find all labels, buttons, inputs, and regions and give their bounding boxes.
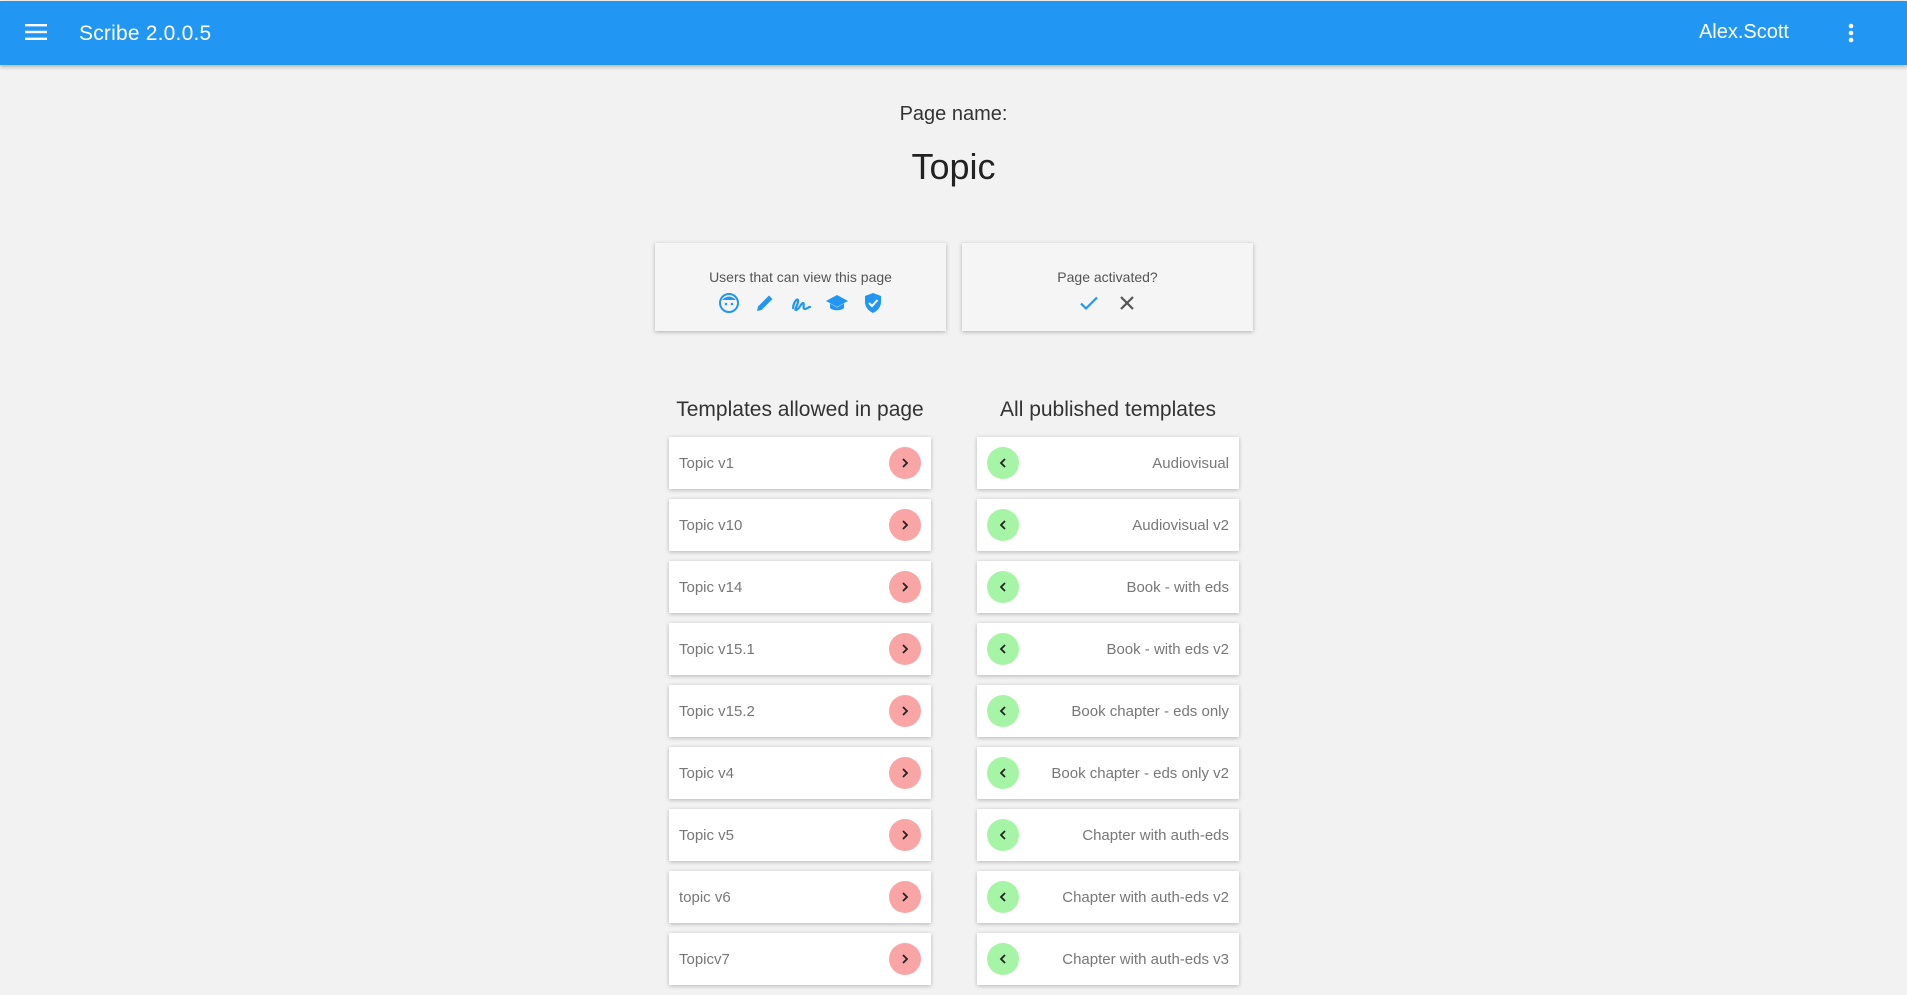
- template-name: Topicv7: [679, 950, 730, 968]
- template-name: Topic v1: [679, 454, 735, 472]
- add-template-button[interactable]: [987, 571, 1019, 603]
- check-icon[interactable]: [1077, 291, 1101, 315]
- template-name: Topic v15.1: [679, 640, 755, 658]
- user-name[interactable]: Alex.Scott: [1699, 21, 1789, 44]
- shield-check-icon[interactable]: [861, 291, 885, 315]
- viewers-label: Users that can view this page: [709, 269, 892, 285]
- remove-template-button[interactable]: [889, 571, 921, 603]
- close-icon[interactable]: [1115, 291, 1139, 315]
- published-template-item: Book chapter - eds only: [977, 685, 1239, 737]
- template-name: Book chapter - eds only v2: [1051, 764, 1229, 782]
- template-name: Book - with eds: [1126, 578, 1229, 596]
- face-icon[interactable]: [717, 291, 741, 315]
- template-name: Topic v14: [679, 578, 743, 596]
- app-bar: Scribe 2.0.0.5 Alex.Scott: [0, 1, 1907, 65]
- published-template-item: Audiovisual: [977, 437, 1239, 489]
- template-name: Topic v5: [679, 826, 735, 844]
- template-name: Audiovisual v2: [1132, 516, 1229, 534]
- school-icon[interactable]: [825, 291, 849, 315]
- page-name-label: Page name:: [899, 103, 1008, 125]
- published-templates-list: Audiovisual Audiovisual v2 Book - with e…: [977, 437, 1239, 995]
- allowed-template-item: Topicv7: [669, 933, 931, 985]
- template-name: Book - with eds v2: [1106, 640, 1229, 658]
- add-template-button[interactable]: [987, 447, 1019, 479]
- add-template-button[interactable]: [987, 819, 1019, 851]
- allowed-template-item: topic v6: [669, 871, 931, 923]
- published-template-item: Book chapter - eds only v2: [977, 747, 1239, 799]
- add-template-button[interactable]: [987, 881, 1019, 913]
- menu-icon[interactable]: [22, 18, 50, 46]
- signature-icon[interactable]: [789, 291, 813, 315]
- published-template-item: Chapter with auth-eds v3: [977, 933, 1239, 985]
- remove-template-button[interactable]: [889, 881, 921, 913]
- template-name: Topic v10: [679, 516, 743, 534]
- allowed-template-item: Topic v14: [669, 561, 931, 613]
- activated-card: Page activated?: [962, 243, 1253, 331]
- remove-template-button[interactable]: [889, 943, 921, 975]
- add-template-button[interactable]: [987, 509, 1019, 541]
- published-template-item: Chapter with auth-eds: [977, 809, 1239, 861]
- allowed-template-item: Topic v10: [669, 499, 931, 551]
- remove-template-button[interactable]: [889, 819, 921, 851]
- allowed-template-item: Topic v5: [669, 809, 931, 861]
- template-name: Chapter with auth-eds v3: [1062, 950, 1229, 968]
- add-template-button[interactable]: [987, 633, 1019, 665]
- pencil-icon[interactable]: [753, 291, 777, 315]
- remove-template-button[interactable]: [889, 757, 921, 789]
- template-name: Topic v4: [679, 764, 735, 782]
- page-name: Topic: [911, 146, 996, 187]
- allowed-template-item: Topic v15.1: [669, 623, 931, 675]
- published-template-item: Book - with eds: [977, 561, 1239, 613]
- allowed-template-item: Topic v1: [669, 437, 931, 489]
- published-template-item: Chapter with auth-eds v2: [977, 871, 1239, 923]
- template-name: Topic v15.2: [679, 702, 755, 720]
- add-template-button[interactable]: [987, 695, 1019, 727]
- add-template-button[interactable]: [987, 943, 1019, 975]
- more-vert-icon[interactable]: [1837, 19, 1865, 47]
- remove-template-button[interactable]: [889, 633, 921, 665]
- allowed-template-item: Topic v4: [669, 747, 931, 799]
- add-template-button[interactable]: [987, 757, 1019, 789]
- template-name: Audiovisual: [1152, 454, 1229, 472]
- remove-template-button[interactable]: [889, 447, 921, 479]
- template-name: Book chapter - eds only: [1071, 702, 1229, 720]
- remove-template-button[interactable]: [889, 695, 921, 727]
- template-name: Chapter with auth-eds v2: [1062, 888, 1229, 906]
- template-name: Chapter with auth-eds: [1082, 826, 1229, 844]
- remove-template-button[interactable]: [889, 509, 921, 541]
- allowed-templates-title: Templates allowed in page: [676, 398, 924, 421]
- app-title: Scribe 2.0.0.5: [79, 22, 212, 45]
- published-template-item: Book - with eds v2: [977, 623, 1239, 675]
- template-name: topic v6: [679, 888, 731, 906]
- viewers-card: Users that can view this page: [655, 243, 946, 331]
- allowed-templates-list: Topic v1 Topic v10 Topic v14 Topic v15.1…: [669, 437, 931, 995]
- activated-label: Page activated?: [1057, 269, 1158, 285]
- published-templates-title: All published templates: [1000, 398, 1216, 421]
- published-template-item: Audiovisual v2: [977, 499, 1239, 551]
- allowed-template-item: Topic v15.2: [669, 685, 931, 737]
